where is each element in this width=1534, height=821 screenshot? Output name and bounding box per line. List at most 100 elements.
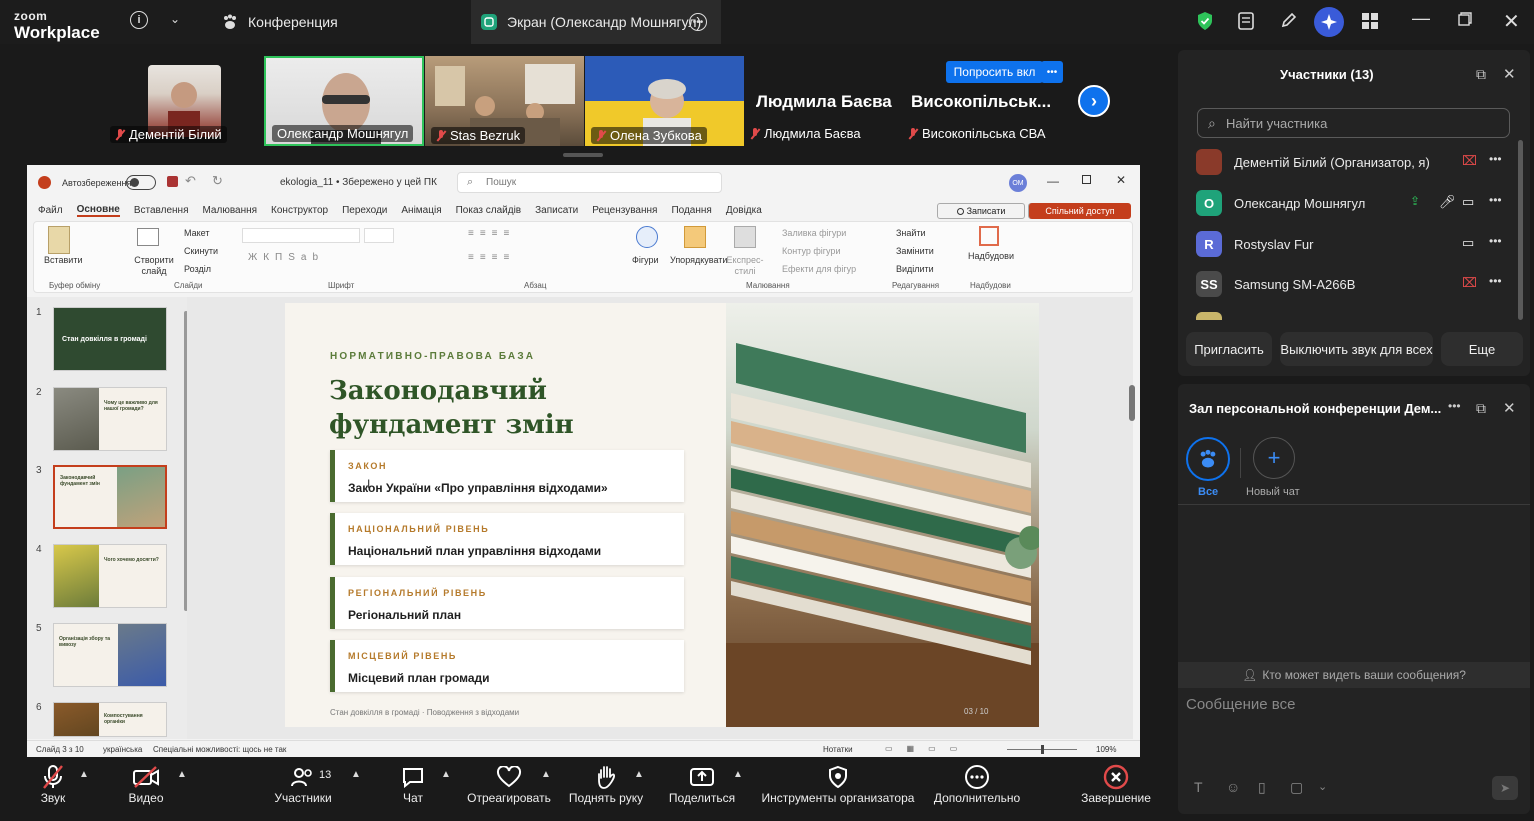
strip-resize-handle[interactable] <box>563 153 603 157</box>
zoom-slider-thumb[interactable] <box>1041 745 1044 754</box>
tab-animations[interactable]: Анімація <box>401 205 441 216</box>
tile-more-icon[interactable]: ••• <box>1041 61 1063 83</box>
addins-button[interactable]: Надбудови <box>968 251 1014 261</box>
notes-icon[interactable] <box>1237 11 1255 31</box>
chevron-up-icon[interactable]: ▲ <box>733 769 743 780</box>
reset-button[interactable]: Скинути <box>184 246 218 256</box>
minimize-icon[interactable]: — <box>1412 8 1430 29</box>
mute-all-button[interactable]: Выключить звук для всех <box>1280 332 1433 366</box>
replace-button[interactable]: Замінити <box>896 246 934 256</box>
shape-fill-button[interactable]: Заливка фігури <box>782 228 846 238</box>
chevron-up-icon[interactable]: ▲ <box>441 769 451 780</box>
paragraph-buttons[interactable]: ≡≡≡≡ <box>468 228 515 239</box>
video-tile-stas[interactable]: Stas Bezruk <box>425 56 584 146</box>
more-button[interactable]: Еще <box>1441 332 1523 366</box>
video-tile-vysokopilska[interactable]: Попросить вкл ••• Високопільськ... Висок… <box>906 56 1066 146</box>
new-chat-button[interactable]: + <box>1253 437 1295 479</box>
ppt-close-icon[interactable]: ✕ <box>1116 173 1126 187</box>
video-button[interactable]: Видео <box>125 763 167 805</box>
participant-row[interactable]: О Олександр Мошнягул ⇪ 🎤︎ ▭ ••• <box>1196 185 1516 221</box>
tab-help[interactable]: Довідка <box>726 205 762 216</box>
format-text-icon[interactable]: T <box>1194 779 1203 795</box>
end-meeting-button[interactable]: Завершение <box>1080 763 1152 805</box>
tab-file[interactable]: Файл <box>38 205 63 216</box>
ai-companion-icon[interactable] <box>1314 7 1344 37</box>
shield-icon[interactable] <box>1196 11 1214 31</box>
screenshot-icon[interactable]: ▢ <box>1290 779 1303 796</box>
paste-button[interactable]: Вставити <box>44 255 83 265</box>
slide-thumb-4[interactable]: Чого хочемо досягти? <box>53 544 167 608</box>
chat-message-input[interactable]: Сообщение все <box>1186 696 1295 713</box>
slide-thumb-6[interactable]: Компостування органіки <box>53 702 167 737</box>
close-icon[interactable]: ✕ <box>1503 399 1516 417</box>
chevron-up-icon[interactable]: ▲ <box>541 769 551 780</box>
status-accessibility[interactable]: Спеціальні можливості: щось не так <box>153 745 286 754</box>
react-button[interactable]: Отреагировать <box>466 763 552 805</box>
slide-thumb-3[interactable]: Законодавчий фундамент змін <box>53 465 167 529</box>
ppt-share-button[interactable]: Спільний доступ <box>1029 203 1131 219</box>
shapes-icon[interactable] <box>636 226 658 248</box>
view-buttons[interactable]: ▭▦▭▭ <box>885 744 971 753</box>
record-button[interactable]: Записати <box>937 203 1025 219</box>
quick-styles-button[interactable]: Експрес-стилі <box>726 255 764 277</box>
info-icon[interactable]: i <box>130 11 148 29</box>
file-icon[interactable]: ▯ <box>1258 779 1266 796</box>
slide-thumb-5[interactable]: Організація збору та вивозу <box>53 623 167 687</box>
tab-screen-share[interactable]: Экран (Олександр Мошнягул) <box>471 0 721 44</box>
select-button[interactable]: Виділити <box>896 264 934 274</box>
chat-more-icon[interactable]: ••• <box>1448 399 1461 413</box>
autosave-toggle[interactable] <box>126 175 156 190</box>
chevron-up-icon[interactable]: ▲ <box>351 769 361 780</box>
notes-button[interactable]: Нотатки <box>823 745 853 754</box>
send-icon[interactable]: ➤ <box>1492 776 1518 800</box>
tab-transitions[interactable]: Переходи <box>342 205 387 216</box>
whiteboard-pen-icon[interactable] <box>1280 11 1298 29</box>
share-button[interactable]: Поделиться <box>668 763 736 805</box>
all-chat-button[interactable] <box>1186 437 1230 481</box>
find-button[interactable]: Знайти <box>896 228 926 238</box>
emoji-icon[interactable]: ☺ <box>1226 779 1240 795</box>
tab-insert[interactable]: Вставлення <box>134 205 189 216</box>
close-icon[interactable]: ✕ <box>1503 65 1516 83</box>
more-icon[interactable]: ••• <box>1489 193 1502 207</box>
shapes-button[interactable]: Фігури <box>632 255 659 265</box>
chevron-up-icon[interactable]: ▲ <box>634 769 644 780</box>
popout-icon[interactable]: ⧉ <box>1476 66 1486 83</box>
status-language[interactable]: українська <box>103 745 142 754</box>
layout-button[interactable]: Макет <box>184 228 209 238</box>
ppt-minimize-icon[interactable]: — <box>1047 174 1059 188</box>
apps-icon[interactable] <box>1361 12 1379 30</box>
section-button[interactable]: Розділ <box>184 264 211 274</box>
message-visibility-link[interactable]: 👤︎ Кто может видеть ваши сообщения? <box>1178 662 1530 688</box>
ask-to-start-video-button[interactable]: Попросить вкл <box>946 61 1043 83</box>
audio-button[interactable]: Звук <box>36 763 70 805</box>
new-slide-button[interactable]: Створити слайд <box>130 255 178 277</box>
arrange-button[interactable]: Упорядкувати <box>670 255 727 265</box>
font-format-buttons[interactable]: ЖКПSab <box>248 252 324 263</box>
video-tile-olena[interactable]: Олена Зубкова <box>585 56 744 146</box>
next-page-icon[interactable]: › <box>1078 85 1110 117</box>
close-icon[interactable]: ✕ <box>1503 9 1520 34</box>
addins-icon[interactable] <box>979 226 999 246</box>
font-size-select[interactable] <box>364 228 394 243</box>
video-tile-oleksandr[interactable]: Олександр Мошнягул <box>264 56 424 146</box>
tab-conference[interactable]: Конференция <box>210 0 348 44</box>
chevron-up-icon[interactable]: ▲ <box>177 769 187 780</box>
user-avatar[interactable]: ОМ <box>1009 174 1027 192</box>
more-icon[interactable]: ••• <box>1489 274 1502 288</box>
slide-thumb-2[interactable]: Чому це важливо для нашої громади? <box>53 387 167 451</box>
tab-draw[interactable]: Малювання <box>202 205 257 216</box>
canvas-scrollbar[interactable] <box>1129 385 1135 421</box>
quick-styles-icon[interactable] <box>734 226 756 248</box>
tab-home[interactable]: Основне <box>76 204 120 217</box>
align-buttons[interactable]: ≡≡≡≡ <box>468 252 515 263</box>
tab-design[interactable]: Конструктор <box>271 205 328 216</box>
tab-slideshow[interactable]: Показ слайдів <box>456 205 522 216</box>
redo-icon[interactable]: ↻ <box>212 173 223 189</box>
chevron-down-icon[interactable]: ⌄ <box>1318 780 1327 793</box>
more-icon[interactable]: ••• <box>1489 152 1502 166</box>
new-slide-icon[interactable] <box>137 228 159 246</box>
popout-icon[interactable]: ⧉ <box>1476 400 1486 417</box>
participant-search-input[interactable]: ⌕ Найти участника <box>1197 108 1510 138</box>
more-icon[interactable]: ••• <box>1489 234 1502 248</box>
